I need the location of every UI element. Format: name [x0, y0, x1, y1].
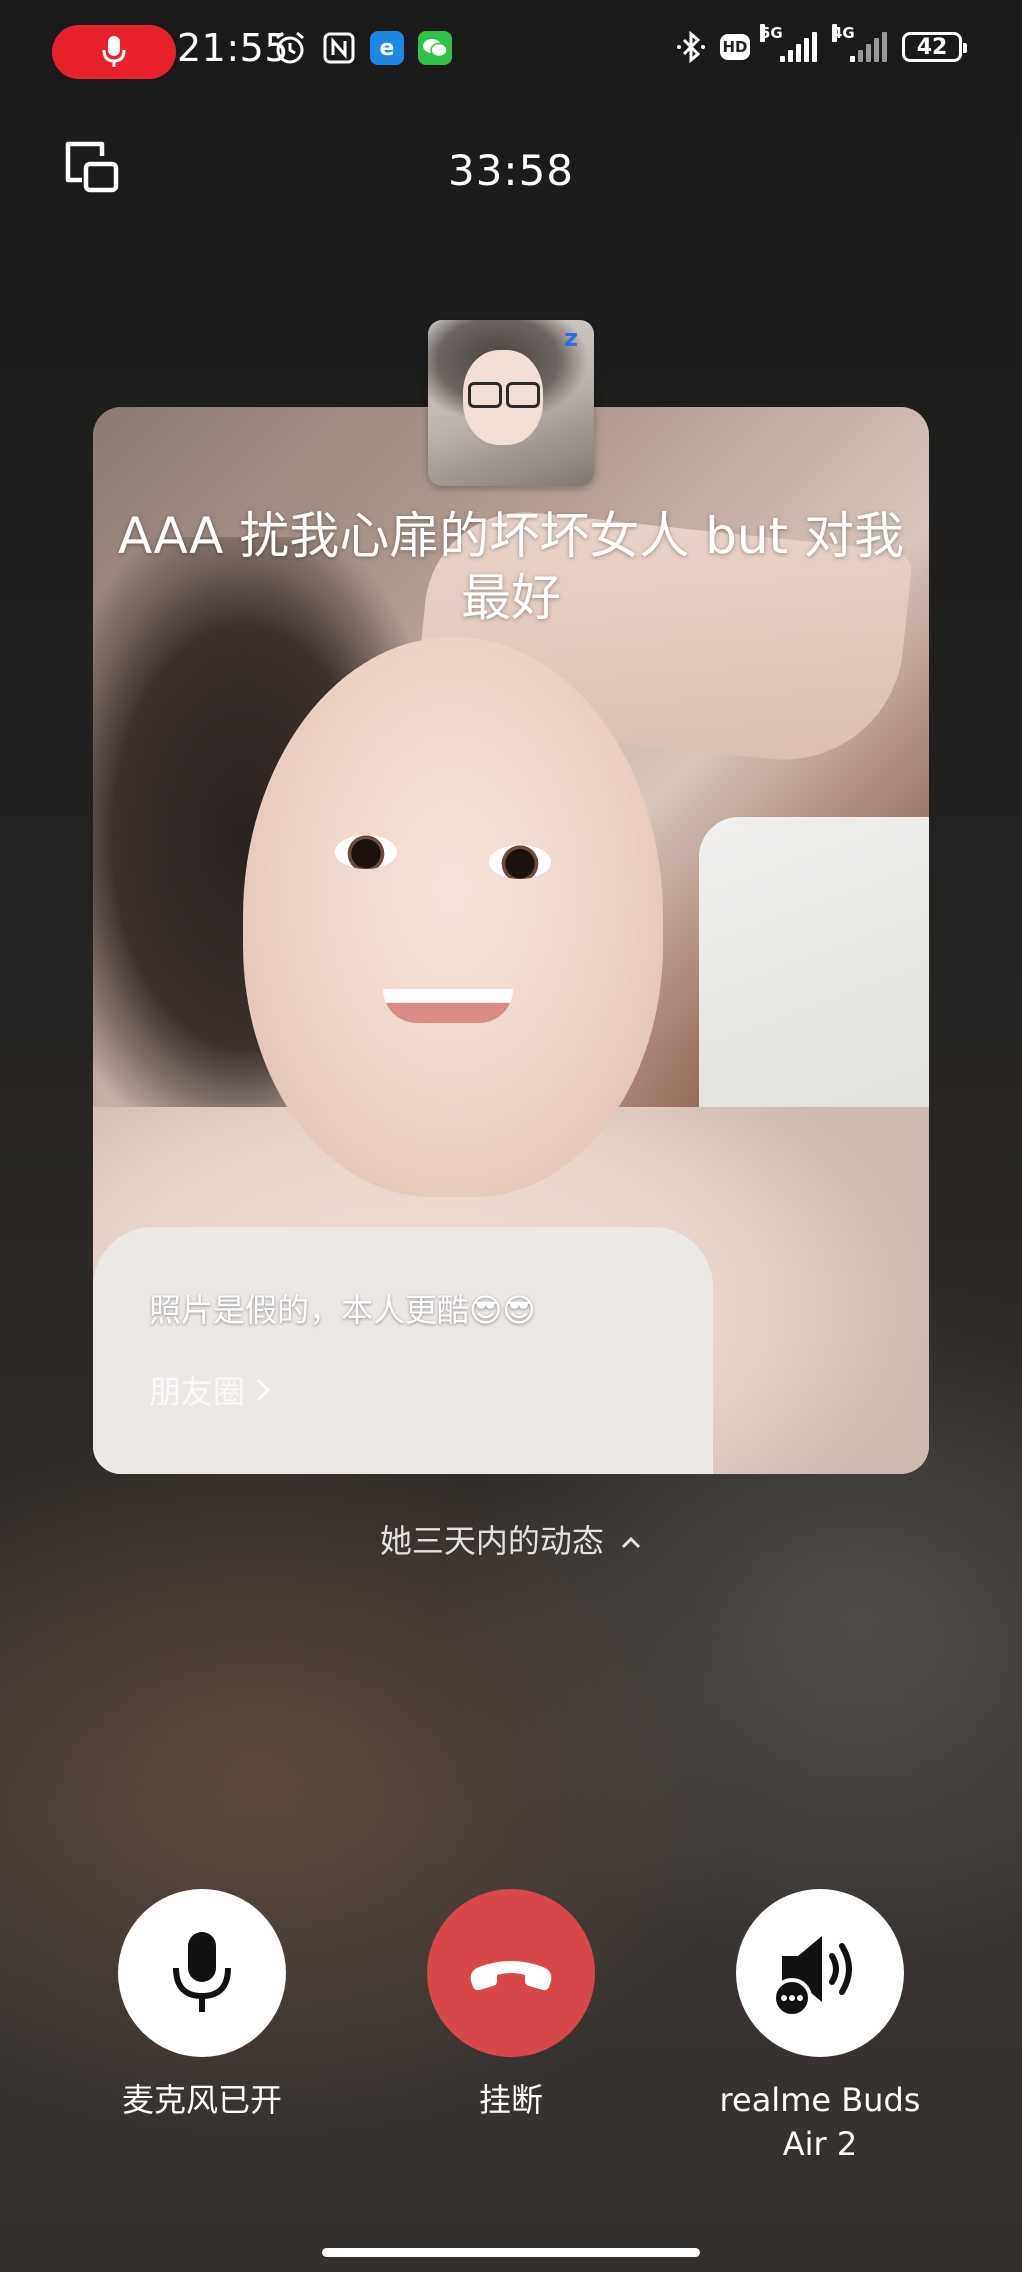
wechat-icon [418, 31, 452, 65]
photo-top [93, 1227, 713, 1474]
battery-icon: 42 [902, 32, 967, 62]
moments-toggle[interactable]: 她三天内的动态 [0, 1516, 1022, 1562]
photo-mouth [383, 989, 513, 1023]
nfc-icon [323, 32, 355, 64]
chevron-up-icon [622, 1536, 641, 1549]
glasses-icon [468, 382, 502, 408]
mic-toggle-button[interactable] [118, 1889, 286, 2057]
moments-link[interactable]: 朋友圈 [149, 1367, 271, 1413]
sleep-icon: z [564, 324, 578, 352]
browser-icon: e [370, 31, 404, 65]
microphone-recording-icon [102, 36, 126, 67]
photo-eye [335, 835, 397, 869]
audio-output-button[interactable] [736, 1889, 904, 2057]
contact-name: AAA 扰我心扉的坏坏女人 but 对我最好 [117, 507, 905, 627]
glasses-icon [506, 382, 540, 408]
chevron-right-icon [256, 1378, 271, 1402]
status-icons-left: e [272, 30, 452, 66]
recording-indicator[interactable] [52, 25, 176, 79]
signal-4g-icon: 4G [832, 24, 890, 62]
contact-signature: 照片是假的，本人更酷😎😎 [149, 1291, 536, 1329]
alarm-icon [276, 31, 304, 64]
audio-output-label-line2: Air 2 [782, 2125, 858, 2163]
hang-up-button[interactable] [427, 1889, 595, 2057]
speaker-bluetooth-icon [772, 1936, 852, 2018]
hang-up-icon [470, 1961, 552, 1991]
status-icons-right: HD 5G 4G 42 [674, 24, 967, 64]
moments-link-label: 朋友圈 [149, 1373, 246, 1411]
home-indicator[interactable] [322, 2248, 700, 2257]
call-timer: 33:58 [447, 146, 575, 195]
contact-avatar[interactable]: z [428, 320, 594, 486]
hd-icon: HD [720, 34, 750, 60]
microphone-icon [173, 1932, 231, 2012]
moments-toggle-label: 她三天内的动态 [379, 1522, 604, 1560]
audio-output-label-line1: realme Buds [719, 2081, 921, 2119]
audio-output-label: realme Buds Air 2 [670, 2078, 970, 2166]
mic-toggle-label: 麦克风已开 [121, 2081, 282, 2119]
hang-up-label: 挂断 [478, 2081, 543, 2119]
bluetooth-icon [677, 30, 705, 64]
photo-face [243, 637, 663, 1197]
signal-5g-icon: 5G [760, 24, 822, 62]
photo-eye [489, 845, 551, 879]
contact-card[interactable]: AAA 扰我心扉的坏坏女人 but 对我最好 照片是假的，本人更酷😎😎 朋友圈 [93, 407, 929, 1474]
